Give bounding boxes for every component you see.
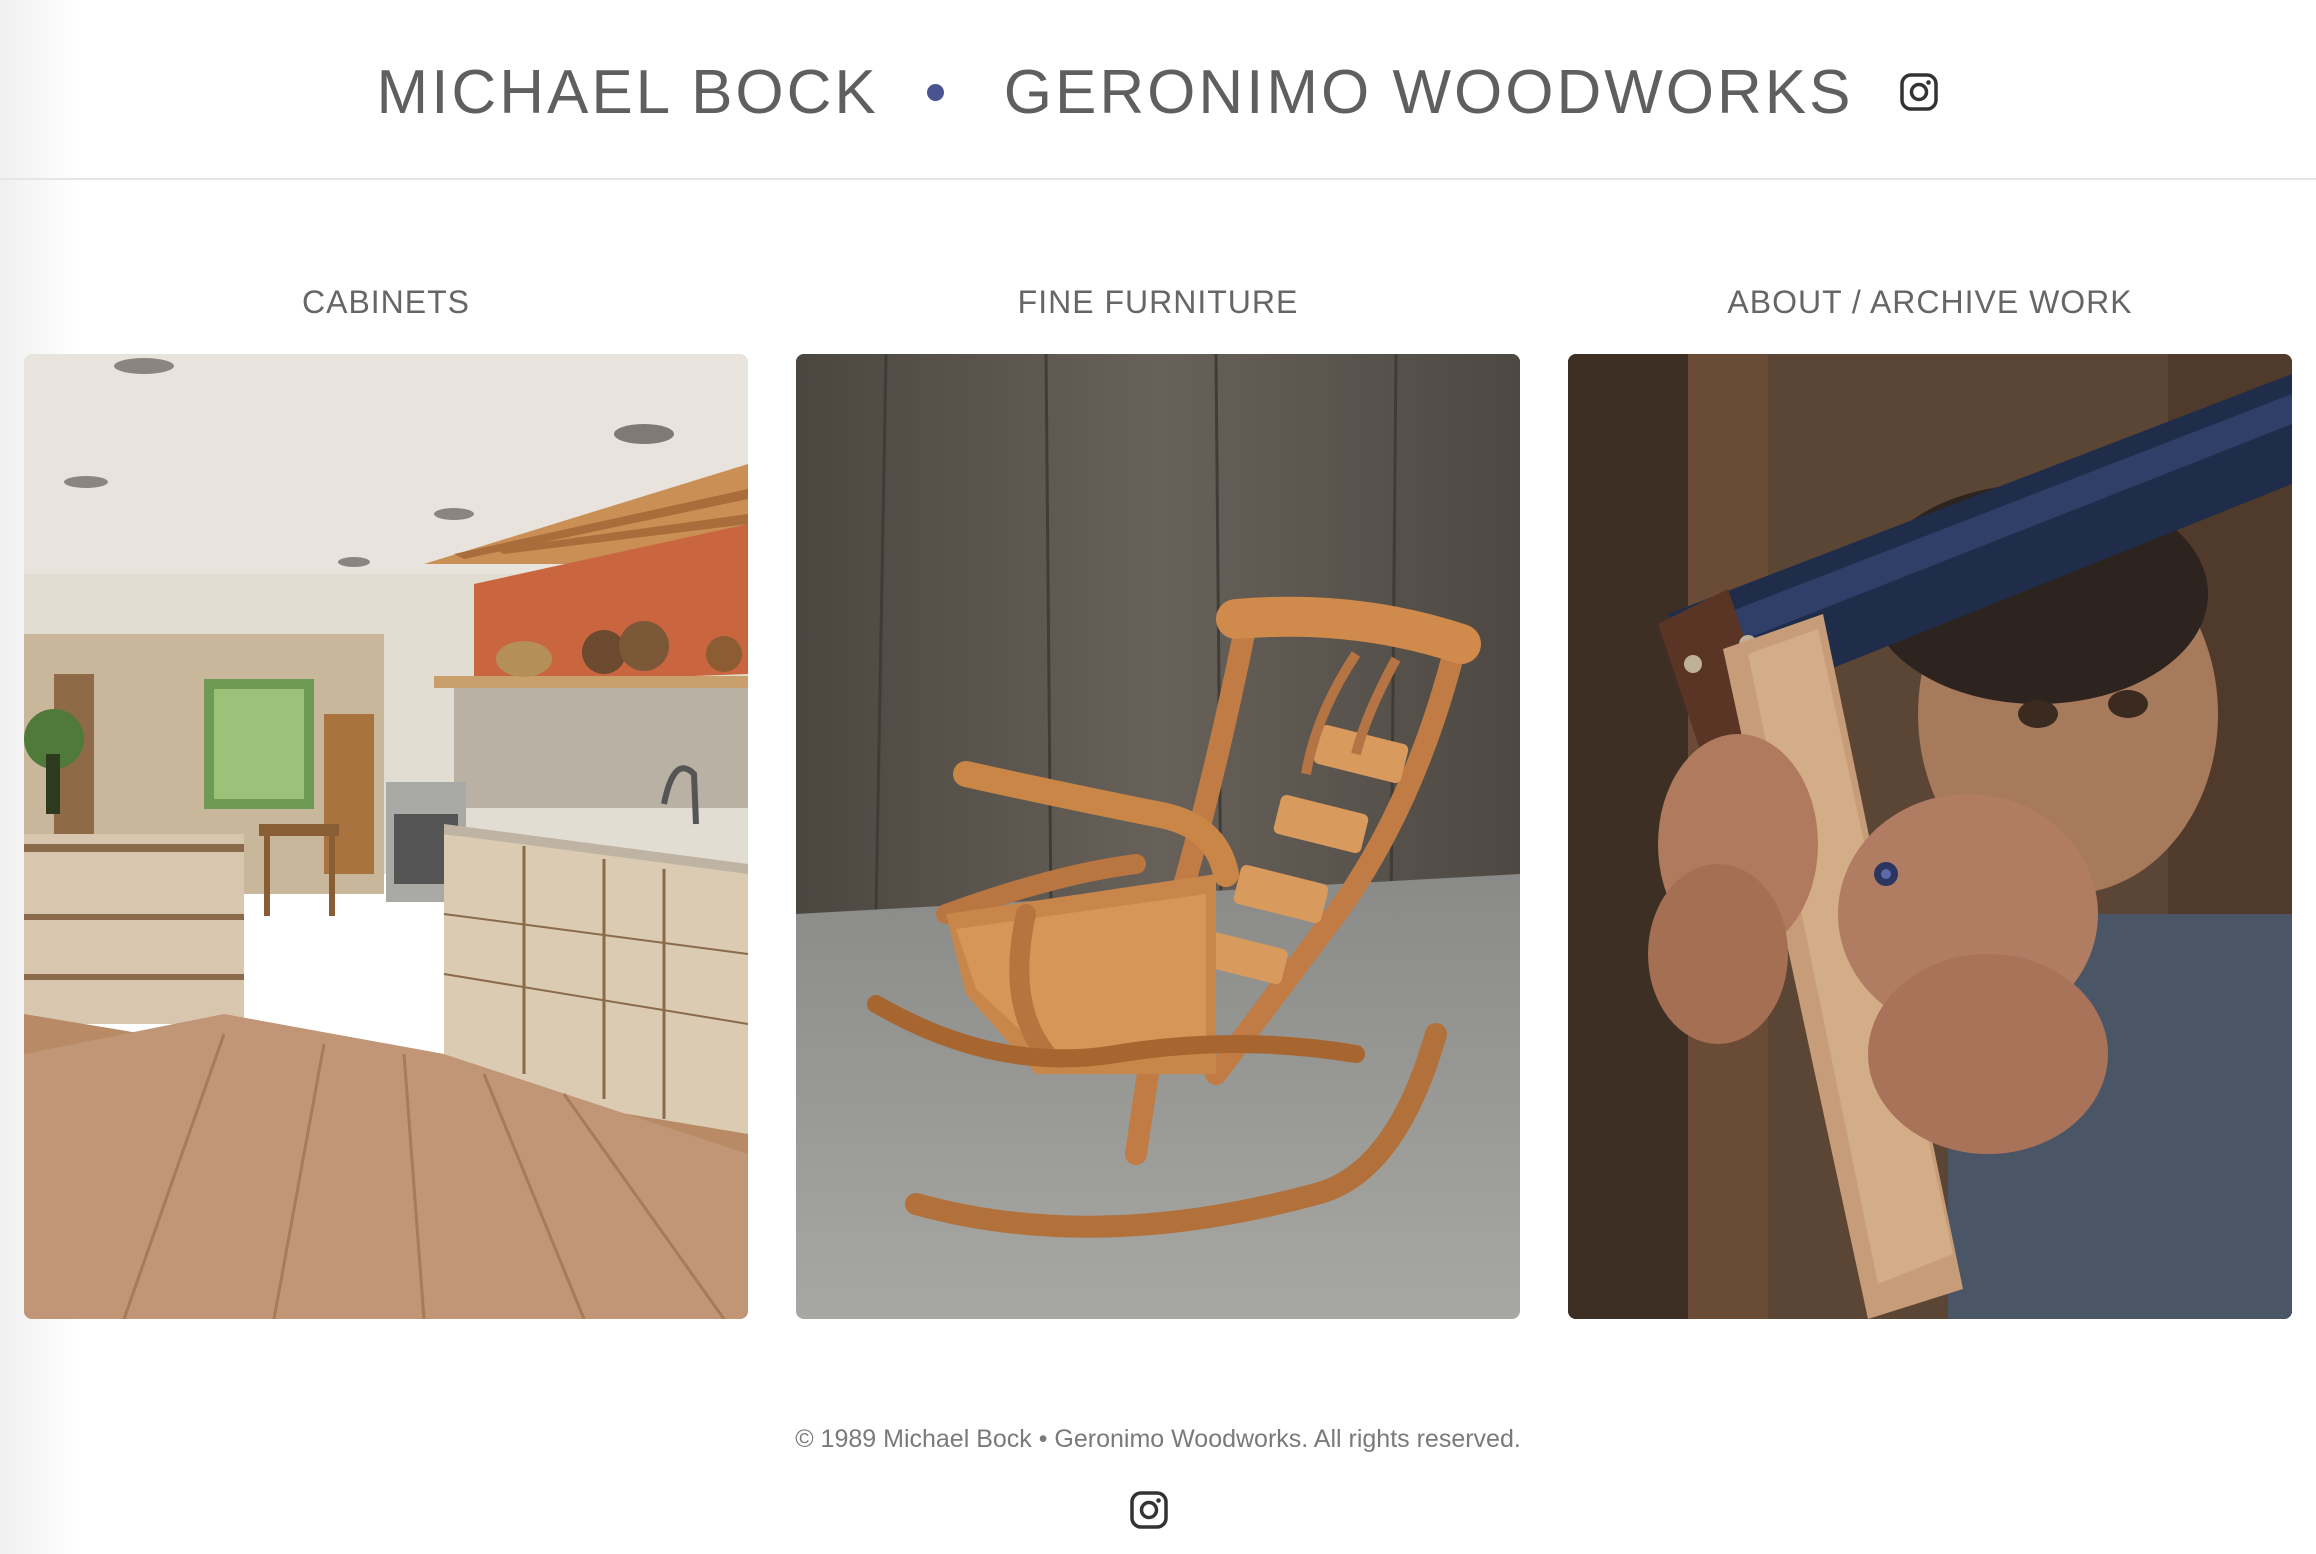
category-title-about-archive[interactable]: ABOUT / ARCHIVE WORK	[1568, 270, 2292, 334]
header-instagram-link[interactable]	[1899, 72, 1939, 112]
category-image-fine-furniture[interactable]	[796, 354, 1520, 1319]
footer-instagram-link[interactable]	[1129, 1490, 1169, 1530]
category-image-about-archive[interactable]	[1568, 354, 2292, 1319]
woodworker-with-square-photo	[1568, 354, 2292, 1319]
footer-copyright: © 1989 Michael Bock • Geronimo Woodworks…	[795, 1425, 1521, 1453]
wooden-rocking-chair-photo	[796, 354, 1520, 1319]
brand-name-michael-bock[interactable]: MICHAEL BOCK	[377, 57, 879, 128]
site-header: MICHAEL BOCK GERONIMO WOODWORKS	[0, 0, 2316, 180]
category-about-archive: ABOUT / ARCHIVE WORK	[1568, 270, 2292, 1319]
kitchen-cabinets-photo	[24, 354, 748, 1319]
brand-row: MICHAEL BOCK GERONIMO WOODWORKS	[0, 52, 2316, 132]
instagram-icon	[1900, 73, 1939, 111]
category-fine-furniture: FINE FURNITURE	[796, 270, 1520, 1319]
instagram-icon	[1130, 1491, 1168, 1529]
category-cabinets: CABINETS	[24, 270, 748, 1319]
page: MICHAEL BOCK GERONIMO WOODWORKS CABINETS	[0, 0, 2316, 1554]
category-title-fine-furniture[interactable]: FINE FURNITURE	[796, 270, 1520, 334]
category-image-cabinets[interactable]	[24, 354, 748, 1319]
brand-separator-dot	[926, 83, 944, 101]
brand-name-geronimo-woodworks[interactable]: GERONIMO WOODWORKS	[1004, 57, 1854, 128]
category-title-cabinets[interactable]: CABINETS	[24, 270, 748, 334]
